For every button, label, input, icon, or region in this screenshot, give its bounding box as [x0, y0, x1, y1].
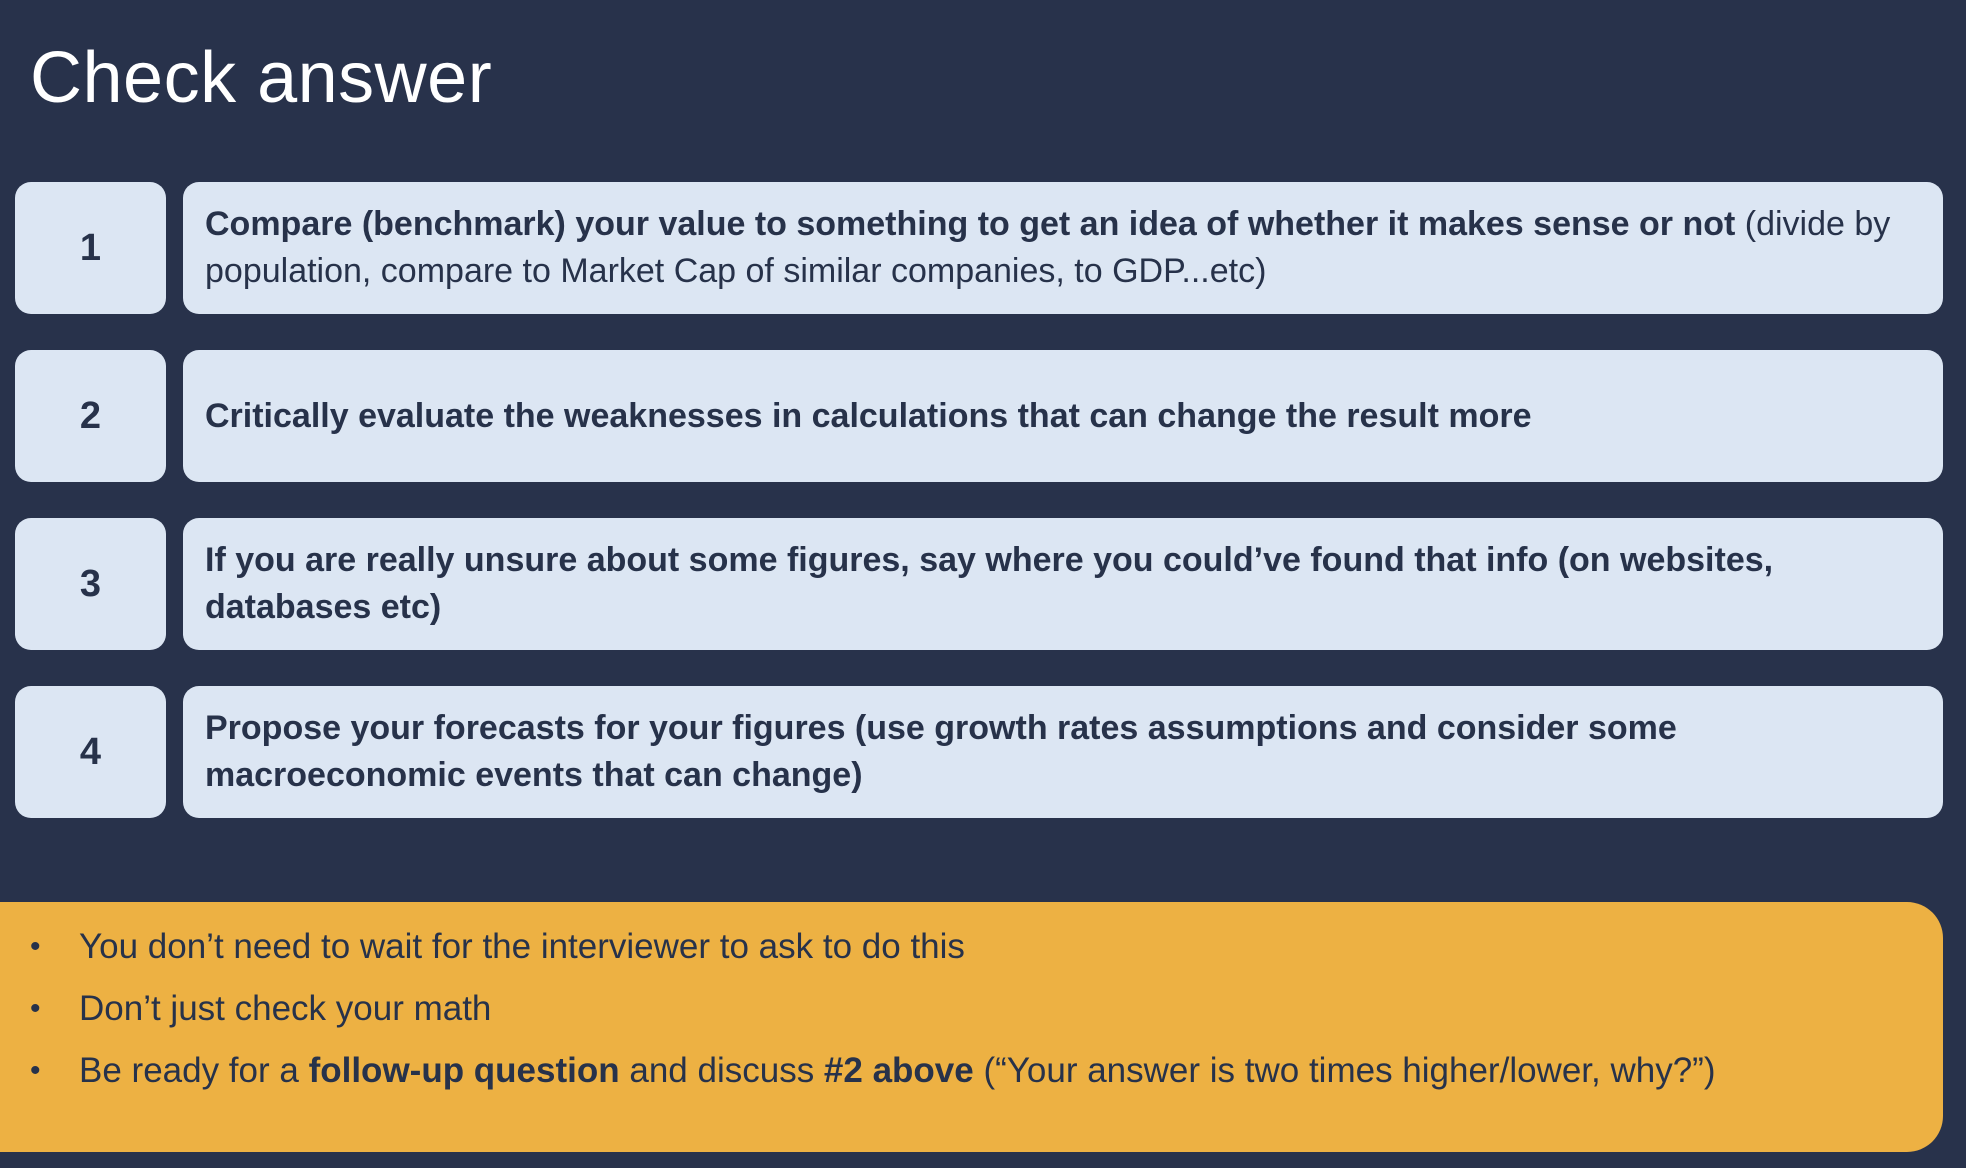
step-card-4: Propose your forecasts for your figures … [183, 686, 1943, 818]
tip-2-text: Don’t just check your math [79, 989, 492, 1028]
page-title: Check answer [30, 38, 493, 118]
step-3-bold-text: If you are really unsure about some figu… [205, 541, 1774, 626]
step-2-bold-text: Critically evaluate the weaknesses in ca… [205, 396, 1532, 435]
tips-list: • You don’t need to wait for the intervi… [30, 923, 1903, 1095]
tips-panel: • You don’t need to wait for the intervi… [0, 902, 1943, 1152]
tip-3-bold-reference: #2 above [823, 1051, 974, 1090]
tip-3-text: Be ready for a follow-up question and di… [79, 1051, 1716, 1090]
bullet-icon: • [30, 930, 41, 963]
tip-item-1: • You don’t need to wait for the intervi… [30, 923, 1903, 971]
tip-3-part-2: and discuss [619, 1051, 824, 1090]
tip-1-text: You don’t need to wait for the interview… [79, 927, 965, 966]
tip-item-2: • Don’t just check your math [30, 985, 1903, 1033]
tip-item-3: • Be ready for a follow-up question and … [30, 1047, 1903, 1095]
step-number-4: 4 [15, 686, 166, 818]
step-card-1: Compare (benchmark) your value to someth… [183, 182, 1943, 314]
step-4-bold-text: Propose your forecasts for your figures … [205, 709, 1677, 794]
step-number-2: 2 [15, 350, 166, 482]
bullet-icon: • [30, 1054, 41, 1087]
step-card-2: Critically evaluate the weaknesses in ca… [183, 350, 1943, 482]
step-3-text: If you are really unsure about some figu… [205, 537, 1913, 631]
step-1-text: Compare (benchmark) your value to someth… [205, 201, 1913, 295]
step-2-text: Critically evaluate the weaknesses in ca… [205, 393, 1532, 440]
step-1-bold-text: Compare (benchmark) your value to someth… [205, 205, 1736, 243]
step-card-3: If you are really unsure about some figu… [183, 518, 1943, 650]
bullet-icon: • [30, 992, 41, 1025]
step-number-1: 1 [15, 182, 166, 314]
tip-3-bold-follow-up: follow-up question [308, 1051, 620, 1090]
tip-3-part-1: Be ready for a [79, 1051, 309, 1090]
step-number-3: 3 [15, 518, 166, 650]
tip-3-part-3: (“Your answer is two times higher/lower,… [973, 1051, 1716, 1090]
step-4-text: Propose your forecasts for your figures … [205, 705, 1913, 799]
